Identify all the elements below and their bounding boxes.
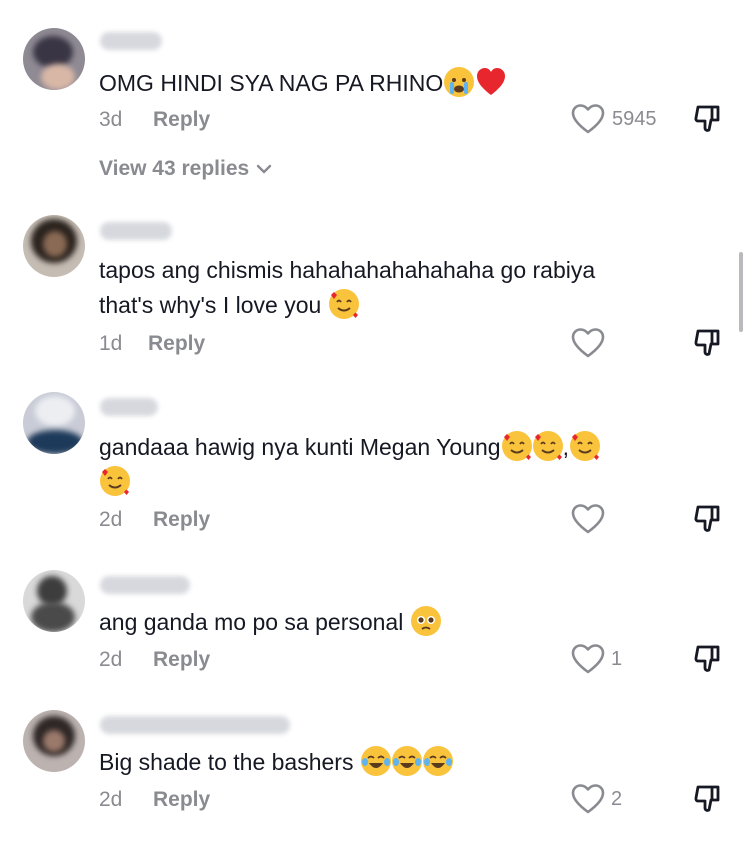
scrollbar[interactable]: [739, 252, 743, 332]
comment-text: gandaaa hawig nya kunti Megan Young ,: [99, 430, 600, 500]
crying-emoji: [444, 67, 475, 97]
smiling-face-with-hearts-emoji: [532, 431, 563, 461]
face-with-tears-of-joy-emoji: [391, 746, 422, 776]
username[interactable]: [100, 576, 190, 594]
reply-button[interactable]: Reply: [153, 788, 210, 812]
username[interactable]: [100, 398, 158, 416]
comment-time: 2d: [99, 648, 123, 671]
comment-time: 3d: [99, 108, 123, 131]
thumbs-down-icon[interactable]: [692, 503, 724, 535]
view-replies-button[interactable]: View 43 replies: [99, 157, 273, 181]
avatar[interactable]: [23, 215, 85, 277]
like-count: 5945: [612, 108, 657, 130]
smiling-face-with-hearts-emoji: [501, 431, 532, 461]
heart-outline-icon[interactable]: [570, 103, 606, 135]
heart-outline-icon[interactable]: [570, 643, 606, 675]
like-count: 2: [611, 788, 623, 810]
username[interactable]: [100, 222, 172, 240]
comment-time: 1d: [99, 332, 123, 355]
thumbs-down-icon[interactable]: [692, 103, 724, 135]
reply-button[interactable]: Reply: [153, 108, 210, 132]
smiling-face-with-hearts-emoji: [569, 431, 600, 461]
thumbs-down-icon[interactable]: [692, 783, 724, 815]
pleading-face-emoji: [410, 606, 441, 636]
face-with-tears-of-joy-emoji: [422, 746, 453, 776]
reply-button[interactable]: Reply: [153, 508, 210, 532]
reply-button[interactable]: Reply: [153, 648, 210, 672]
thumbs-down-icon[interactable]: [692, 643, 724, 675]
smiling-face-with-hearts-emoji: [328, 289, 359, 319]
avatar[interactable]: [23, 570, 85, 632]
username[interactable]: [100, 32, 162, 50]
heart-outline-icon[interactable]: [570, 503, 606, 535]
heart-emoji: [475, 67, 507, 97]
face-with-tears-of-joy-emoji: [360, 746, 391, 776]
reply-button[interactable]: Reply: [148, 332, 205, 356]
chevron-down-icon: [256, 164, 272, 174]
heart-outline-icon[interactable]: [570, 327, 606, 359]
thumbs-down-icon[interactable]: [692, 327, 724, 359]
smiling-face-with-hearts-emoji: [100, 466, 130, 496]
username[interactable]: [100, 716, 290, 734]
avatar[interactable]: [23, 710, 85, 772]
comment-text: OMG HINDI SYA NAG PA RHINO: [99, 66, 507, 101]
avatar[interactable]: [23, 28, 85, 90]
comment-time: 2d: [99, 508, 123, 531]
comment-time: 2d: [99, 788, 123, 811]
comment-text: tapos ang chismis hahahahahahahaha go ra…: [99, 257, 596, 319]
like-count: 1: [611, 648, 623, 670]
comment-text: Big shade to the bashers: [99, 745, 453, 780]
comment-text: ang ganda mo po sa personal: [99, 605, 441, 640]
avatar[interactable]: [23, 392, 85, 454]
heart-outline-icon[interactable]: [570, 783, 606, 815]
